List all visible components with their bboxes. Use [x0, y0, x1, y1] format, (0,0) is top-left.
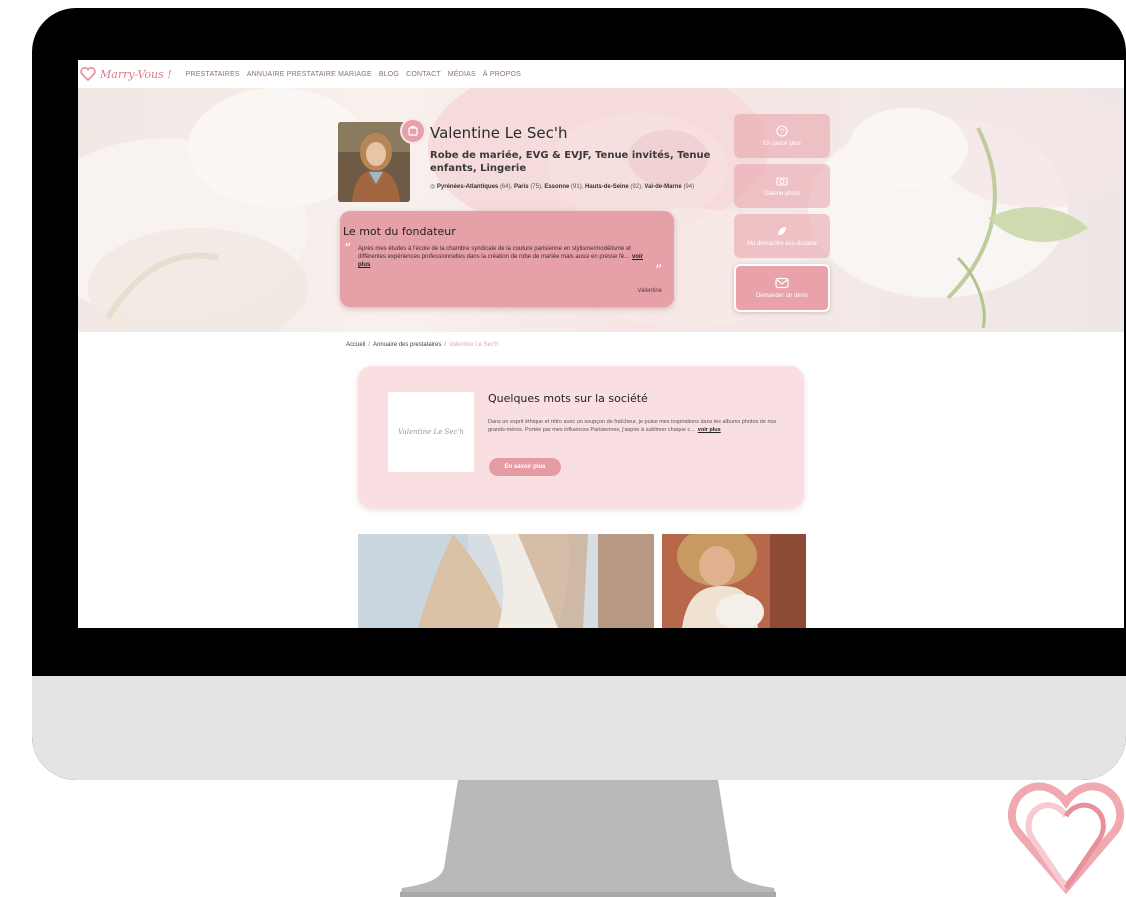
heart-brand-icon	[1008, 782, 1125, 895]
quote-close-icon: ”	[655, 263, 663, 279]
profile-locations: ◎ Pyrénées-Atlantiques (64), Paris (75),…	[430, 184, 695, 190]
action-label: Ma démarche éco-durable	[746, 240, 818, 247]
monitor-frame: Marry-Vous ! PRESTATAIRES ANNUAIRE PREST…	[32, 8, 1126, 780]
company-card: Valentine Le Sec'h Quelques mots sur la …	[358, 366, 804, 508]
logo-text: Marry-Vous !	[100, 67, 172, 81]
monitor-chin	[32, 676, 1126, 780]
nav-link-blog[interactable]: BLOG	[379, 71, 399, 78]
breadcrumb-separator: /	[368, 342, 371, 348]
company-read-more-link[interactable]: voir plus	[698, 427, 721, 433]
browser-screen: Marry-Vous ! PRESTATAIRES ANNUAIRE PREST…	[78, 60, 1124, 628]
action-demarche-eco-button[interactable]: Ma démarche éco-durable	[734, 214, 830, 258]
profile-photo	[338, 122, 410, 202]
breadcrumb-annuaire[interactable]: Annuaire des prestataires	[373, 342, 441, 348]
monitor-stand	[400, 780, 776, 897]
camera-icon	[776, 176, 788, 186]
nav-link-contact[interactable]: CONTACT	[406, 71, 441, 78]
site-logo[interactable]: Marry-Vous !	[80, 67, 172, 81]
profile-categories: Robe de mariée, EVG & EVJF, Tenue invité…	[430, 150, 711, 174]
heart-logo-icon	[80, 67, 96, 81]
action-galerie-photo-button[interactable]: Galerie photo	[734, 164, 830, 208]
action-label: Galerie photo	[763, 190, 801, 197]
mail-icon	[775, 277, 789, 288]
breadcrumb-home[interactable]: Accueil	[346, 342, 365, 348]
hero-banner: Valentine Le Sec'h Robe de mariée, EVG &…	[78, 88, 1124, 332]
action-demander-devis-button[interactable]: Demander un devis	[734, 264, 830, 312]
gallery-image	[662, 534, 806, 628]
breadcrumb-separator: /	[444, 342, 447, 348]
founder-message-card: Le mot du fondateur “ Après mes études à…	[340, 211, 674, 307]
action-en-savoir-plus-button[interactable]: ? En savoir plus	[734, 114, 830, 158]
location-pin-icon: ◎	[430, 184, 437, 190]
gallery-photo-bride-dog[interactable]	[662, 534, 806, 628]
top-navigation: Marry-Vous ! PRESTATAIRES ANNUAIRE PREST…	[78, 60, 1124, 88]
company-title: Quelques mots sur la société	[488, 392, 648, 405]
gallery-photo-bride-back[interactable]	[358, 534, 654, 628]
company-logo-text: Valentine Le Sec'h	[398, 428, 464, 436]
founder-title: Le mot du fondateur	[343, 225, 456, 238]
company-description: Dans un esprit éthique et rétro avec un …	[488, 419, 777, 433]
founder-signature: Valentine	[637, 288, 662, 294]
nav-link-annuaire[interactable]: ANNUAIRE PRESTATAIRE MARIAGE	[247, 71, 372, 78]
nav-links: PRESTATAIRES ANNUAIRE PRESTATAIRE MARIAG…	[186, 71, 528, 78]
quote-open-icon: “	[344, 241, 352, 257]
nav-link-medias[interactable]: MÉDIAS	[448, 71, 476, 78]
nav-link-prestataires[interactable]: PRESTATAIRES	[186, 71, 240, 78]
breadcrumb-current: Valentine Le Sec'h	[449, 342, 499, 348]
gallery-image	[358, 534, 654, 628]
company-en-savoir-plus-button[interactable]: En savoir plus	[489, 458, 561, 476]
action-label: Demander un devis	[755, 292, 809, 299]
nav-link-a-propos[interactable]: À PROPOS	[483, 71, 521, 78]
dress-icon	[408, 125, 418, 136]
breadcrumb: Accueil / Annuaire des prestataires / Valent…	[346, 342, 498, 348]
leaf-icon	[778, 226, 786, 235]
svg-text:?: ?	[780, 128, 784, 135]
portrait-image	[338, 122, 410, 202]
company-logo: Valentine Le Sec'h	[388, 392, 474, 472]
profile-name: Valentine Le Sec'h	[430, 124, 568, 142]
question-icon: ?	[776, 124, 788, 137]
action-label: En savoir plus	[763, 140, 801, 147]
category-badge	[400, 118, 426, 144]
founder-text: Après mes études à l'école de la chambre…	[358, 246, 644, 268]
